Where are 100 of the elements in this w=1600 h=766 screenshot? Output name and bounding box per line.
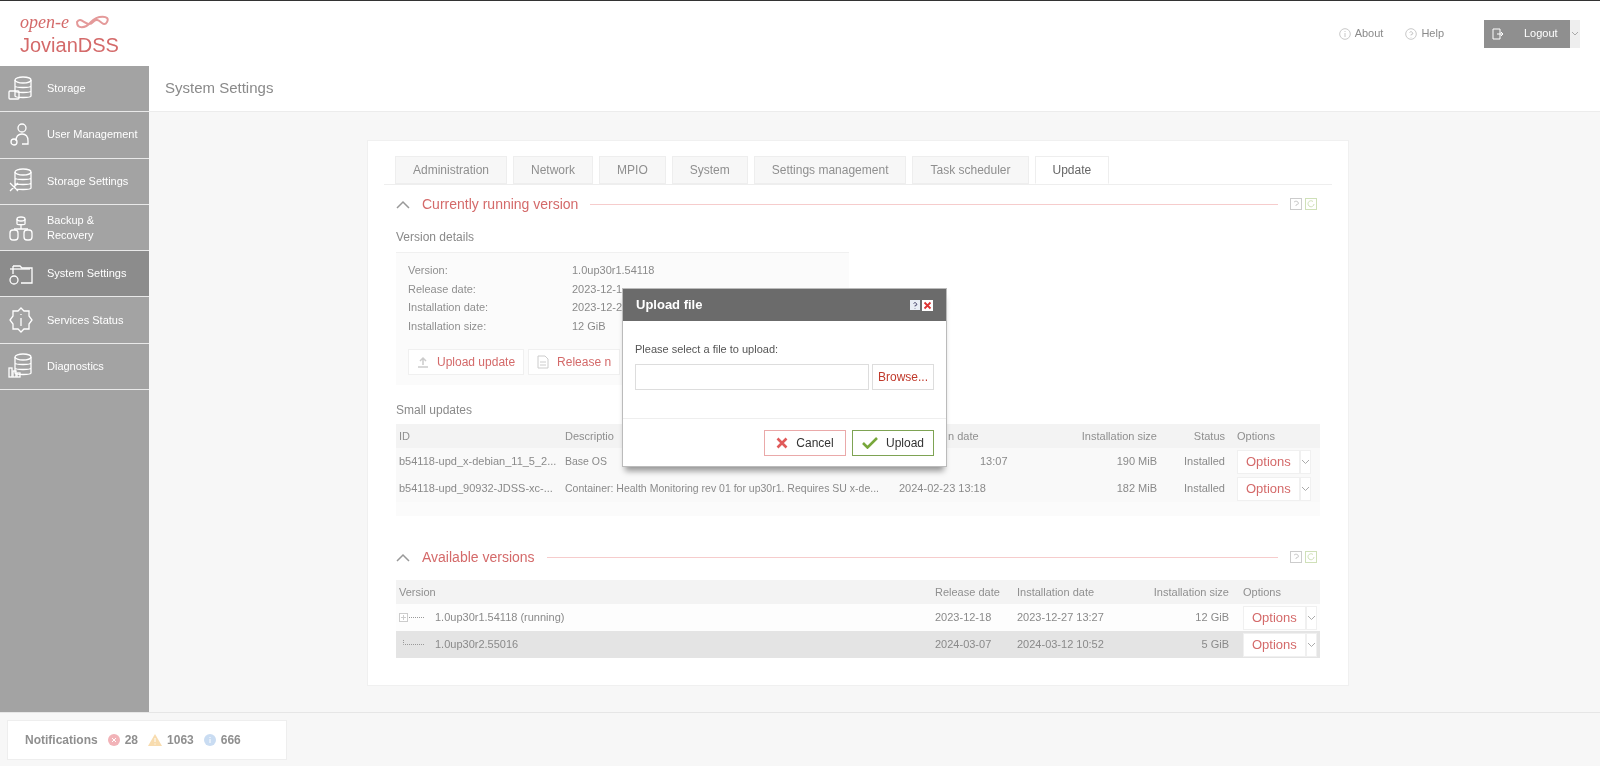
- chevron-down-icon: [1300, 458, 1310, 465]
- notification-count: 28: [124, 732, 139, 749]
- options-button[interactable]: Options: [1237, 449, 1300, 474]
- table-cell: 190 MiB: [1116, 455, 1157, 468]
- release-notes-button[interactable]: Release n: [528, 349, 621, 375]
- detail-value: 12 GiB: [572, 318, 606, 334]
- table-cell: 12 GiB: [1195, 611, 1229, 624]
- error-icon: [107, 734, 120, 746]
- chevron-up-icon[interactable]: [396, 199, 410, 209]
- detail-label: Installation size:: [408, 318, 488, 334]
- table-cell: 2023-12-18: [935, 611, 992, 624]
- table-cell: Container: Health Monitoring rev 01 for up30r1. Requires SU x-de...: [565, 482, 879, 495]
- upload-icon: [417, 356, 429, 368]
- column-header[interactable]: n date: [948, 429, 979, 442]
- dialog-title: Upload file: [636, 296, 703, 315]
- file-path-field[interactable]: [635, 363, 869, 390]
- chevron-down-icon: [1306, 641, 1316, 648]
- chevron-down-icon: [1571, 31, 1579, 36]
- help-icon[interactable]: [910, 300, 920, 310]
- table-cell: 2024-02-23 13:18: [899, 482, 986, 495]
- upload-update-button[interactable]: Upload update: [408, 349, 525, 375]
- detail-label: Release date:: [408, 281, 477, 297]
- checkmark-icon: [862, 436, 878, 449]
- column-header[interactable]: ID: [399, 429, 410, 442]
- help-icon: [1405, 27, 1418, 40]
- table-cell-text: 1.0up30r2.55016: [435, 637, 519, 653]
- logo-top-text: open-e: [20, 12, 69, 31]
- logout-button[interactable]: Logout: [1484, 19, 1570, 48]
- section-title: Currently running version: [422, 194, 579, 214]
- table-cell: b54118-upd_90932-JDSS-xc-...: [399, 482, 553, 495]
- header-link[interactable]: About: [1338, 25, 1384, 42]
- column-header[interactable]: Version: [399, 585, 436, 598]
- notifications-bar[interactable]: Notifications 28 1063 666: [7, 720, 287, 760]
- column-header[interactable]: Status: [1193, 429, 1225, 442]
- chevron-up-icon[interactable]: [396, 552, 410, 562]
- close-icon[interactable]: [922, 299, 933, 311]
- options-button[interactable]: Options: [1237, 476, 1300, 501]
- gear-info-icon: [7, 306, 35, 335]
- table-cell: 2024-03-07: [935, 638, 992, 651]
- group-title: Small updates: [396, 402, 474, 419]
- table-cell: 13:07: [980, 455, 1008, 468]
- table-row[interactable]: 1.0up30r1.54118 (running) 2023-12-18 2023-12-27 13:27 12 GiB Options: [396, 604, 1320, 631]
- sidebar-item[interactable]: System Settings: [0, 251, 149, 298]
- tab[interactable]: Update: [1034, 156, 1110, 184]
- warning-icon: [148, 734, 163, 746]
- browse-button[interactable]: Browse...: [872, 363, 934, 390]
- options-button[interactable]: Options: [1243, 632, 1306, 657]
- help-refresh-icon[interactable]: [1290, 198, 1320, 210]
- detail-value: 2023-12-2: [572, 300, 623, 315]
- table-cell: Installed: [1184, 455, 1225, 468]
- section-title: Available versions: [422, 547, 535, 567]
- tab[interactable]: MPIO: [599, 156, 666, 184]
- notification-count: 1063: [167, 732, 194, 749]
- table-cell: 182 MiB: [1116, 482, 1157, 495]
- table-row[interactable]: 1.0up30r2.55016 2024-03-07 2024-03-12 10:52 5 GiB Options: [396, 631, 1320, 658]
- upload-button[interactable]: Upload: [852, 429, 934, 456]
- notification-count: 666: [220, 732, 241, 749]
- chevron-down-icon: [1306, 614, 1316, 621]
- detail-value: 2023-12-1: [572, 281, 623, 297]
- column-header[interactable]: Release date: [935, 585, 1000, 598]
- table-cell: 5 GiB: [1201, 638, 1229, 651]
- database-chart-icon: [7, 352, 35, 381]
- chevron-down-icon: [1300, 485, 1310, 492]
- detail-label: Installation date:: [408, 300, 490, 315]
- info-icon: [203, 734, 216, 746]
- table-cell: b54118-upd_x-debian_11_5_2...: [399, 455, 557, 468]
- tab[interactable]: Task scheduler: [912, 156, 1029, 184]
- tab[interactable]: Network: [513, 156, 594, 184]
- notifications-label: Notifications: [25, 732, 98, 749]
- expand-icon[interactable]: [399, 613, 427, 622]
- column-header[interactable]: Installation size: [1153, 585, 1229, 598]
- tab[interactable]: System: [671, 156, 748, 184]
- column-header[interactable]: Options: [1237, 429, 1275, 442]
- logout-icon: [1492, 27, 1504, 40]
- info-icon: [1338, 27, 1351, 40]
- database-icon: [7, 74, 35, 103]
- backup-icon: [7, 213, 35, 242]
- table-cell: 2023-12-27 13:27: [1017, 611, 1104, 624]
- table-cell: Installed: [1184, 482, 1225, 495]
- detail-value: 1.0up30r1.54118: [572, 263, 655, 278]
- table-cell-text: 1.0up30r1.54118 (running): [435, 610, 565, 626]
- table-cell: 2024-03-12 10:52: [1017, 638, 1104, 651]
- help-refresh-icon[interactable]: [1290, 551, 1320, 563]
- dropdown-button[interactable]: [1570, 19, 1580, 48]
- header-link[interactable]: Help: [1405, 25, 1444, 42]
- column-header[interactable]: Installation date: [1017, 585, 1095, 598]
- options-button[interactable]: Options: [1243, 605, 1306, 630]
- tab[interactable]: Administration: [395, 156, 508, 184]
- logo-text: JovianDSS: [20, 34, 119, 55]
- column-header[interactable]: Descriptio: [565, 429, 614, 442]
- page-title: System Settings: [165, 78, 274, 99]
- tab[interactable]: Settings management: [753, 156, 907, 184]
- column-header[interactable]: Options: [1243, 585, 1281, 598]
- detail-label: Version:: [408, 263, 449, 278]
- column-header[interactable]: Installation size: [1081, 429, 1157, 442]
- infinity-logo-icon: [73, 13, 109, 30]
- document-icon: [537, 355, 550, 369]
- cancel-button[interactable]: Cancel: [764, 429, 846, 456]
- table-cell: Base OS: [565, 455, 608, 468]
- close-icon: [776, 436, 789, 449]
